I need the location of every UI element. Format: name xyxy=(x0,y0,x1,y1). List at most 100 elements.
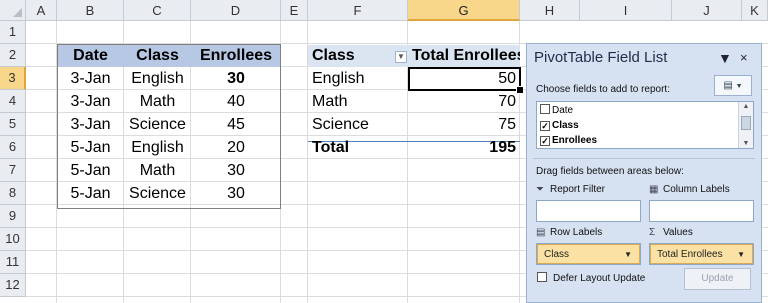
source-cell[interactable]: 20 xyxy=(191,136,281,159)
source-cell[interactable]: 3-Jan xyxy=(57,113,124,136)
pivot-header-class[interactable]: Class xyxy=(308,44,408,67)
chevron-down-icon[interactable]: ▼ xyxy=(737,245,745,265)
area-label-text: Values xyxy=(663,227,693,238)
column-header-a[interactable]: A xyxy=(26,0,57,21)
source-cell[interactable]: 5-Jan xyxy=(57,159,124,182)
source-cell[interactable]: Science xyxy=(124,182,191,205)
scroll-thumb[interactable] xyxy=(741,116,751,130)
column-header-g[interactable]: G xyxy=(408,0,520,21)
select-all-corner[interactable] xyxy=(0,0,26,21)
column-labels-drop-area[interactable] xyxy=(649,200,754,222)
checkbox-icon[interactable] xyxy=(540,104,550,114)
rows-icon: ▤ xyxy=(536,227,546,238)
pivot-header-total-enrollees[interactable]: Total Enrollees xyxy=(408,44,520,67)
report-filter-drop-area[interactable] xyxy=(536,200,641,222)
source-cell[interactable]: 3-Jan xyxy=(57,90,124,113)
scroll-up-icon[interactable]: ▲ xyxy=(739,103,753,110)
choose-fields-label: Choose fields to add to report: xyxy=(536,84,670,95)
source-cell[interactable]: 45 xyxy=(191,113,281,136)
checkbox-icon[interactable] xyxy=(537,272,547,282)
chevron-down-icon[interactable]: ▼ xyxy=(624,245,632,265)
values-area-label: Σ Values xyxy=(649,226,693,240)
source-cell[interactable]: Science xyxy=(124,113,191,136)
layout-icon: ▤ xyxy=(723,80,733,91)
source-cell[interactable]: English xyxy=(124,67,191,90)
close-icon[interactable]: × xyxy=(740,48,748,68)
source-header-date[interactable]: Date xyxy=(57,44,124,67)
column-header-i[interactable]: I xyxy=(580,0,672,21)
row-header-5[interactable]: 5 xyxy=(0,113,26,136)
source-cell[interactable]: 30 xyxy=(191,67,281,90)
pivot-row-value[interactable]: 75 xyxy=(408,113,520,136)
pivot-field-list-panel: PivotTable Field List ▼ × Choose fields … xyxy=(526,43,762,303)
area-label-text: Column Labels xyxy=(663,184,730,195)
pivot-filter-dropdown-icon[interactable]: ▼ xyxy=(395,51,407,63)
fill-handle[interactable] xyxy=(516,86,524,94)
active-cell-cursor xyxy=(408,67,521,91)
field-name: Enrollees xyxy=(552,135,598,146)
row-header-4[interactable]: 4 xyxy=(0,90,26,113)
pivot-row-value[interactable]: 70 xyxy=(408,90,520,113)
field-item-class[interactable]: ✓ Class xyxy=(540,118,579,133)
field-layout-button[interactable]: ▤ ▼ xyxy=(714,75,752,96)
row-header-7[interactable]: 7 xyxy=(0,159,26,182)
area-label-text: Report Filter xyxy=(550,184,606,195)
checked-checkbox-icon[interactable]: ✓ xyxy=(540,121,550,131)
row-header-9[interactable]: 9 xyxy=(0,205,26,228)
column-header-b[interactable]: B xyxy=(57,0,124,21)
area-item-label: Total Enrollees xyxy=(657,249,723,260)
pivot-row-label[interactable]: English xyxy=(308,67,408,90)
source-cell[interactable]: Math xyxy=(124,159,191,182)
row-header-6[interactable]: 6 xyxy=(0,136,26,159)
field-item-date[interactable]: Date xyxy=(540,103,573,118)
source-cell[interactable]: 30 xyxy=(191,182,281,205)
row-header-10[interactable]: 10 xyxy=(0,228,26,251)
column-header-j[interactable]: J xyxy=(672,0,742,21)
row-header-11[interactable]: 11 xyxy=(0,251,26,274)
row-header-12[interactable]: 12 xyxy=(0,274,26,297)
column-labels-area-label: ▦ Column Labels xyxy=(649,183,730,197)
source-cell[interactable]: Math xyxy=(124,90,191,113)
value-field-total-enrollees[interactable]: Total Enrollees ▼ xyxy=(650,244,753,264)
area-label-text: Row Labels xyxy=(550,227,603,238)
scroll-down-icon[interactable]: ▼ xyxy=(739,140,753,147)
pivot-total-label[interactable]: Total xyxy=(308,136,408,159)
column-header-e[interactable]: E xyxy=(281,0,308,21)
row-labels-drop-area[interactable]: Class ▼ xyxy=(536,243,641,265)
source-cell[interactable]: 3-Jan xyxy=(57,67,124,90)
column-header-f[interactable]: F xyxy=(308,0,408,21)
column-header-h[interactable]: H xyxy=(520,0,580,21)
sigma-icon: Σ xyxy=(649,227,656,238)
source-cell[interactable]: 40 xyxy=(191,90,281,113)
source-cell[interactable]: 5-Jan xyxy=(57,182,124,205)
source-cell[interactable]: 5-Jan xyxy=(57,136,124,159)
column-header-d[interactable]: D xyxy=(191,0,281,21)
panel-options-icon[interactable]: ▼ xyxy=(718,48,732,68)
defer-layout-update[interactable]: Defer Layout Update xyxy=(537,272,645,286)
field-name: Date xyxy=(552,105,574,116)
values-drop-area[interactable]: Total Enrollees ▼ xyxy=(649,243,754,265)
row-field-class[interactable]: Class ▼ xyxy=(537,244,640,264)
chevron-down-icon: ▼ xyxy=(735,83,743,90)
field-item-enrollees[interactable]: ✓ Enrollees xyxy=(540,133,597,148)
report-filter-area-label: ⏷ Report Filter xyxy=(536,183,605,197)
pivot-total-value[interactable]: 195 xyxy=(408,136,520,159)
update-button[interactable]: Update xyxy=(684,268,751,290)
row-header-1[interactable]: 1 xyxy=(0,21,26,44)
field-list-box: Date ✓ Class ✓ Enrollees ▲ ▼ xyxy=(536,101,754,149)
source-cell[interactable]: 30 xyxy=(191,159,281,182)
column-header-c[interactable]: C xyxy=(124,0,191,21)
row-header-2[interactable]: 2 xyxy=(0,44,26,67)
pivot-row-label[interactable]: Science xyxy=(308,113,408,136)
column-header-k[interactable]: K xyxy=(742,0,768,21)
area-item-label: Class xyxy=(544,249,570,260)
pivot-row-label[interactable]: Math xyxy=(308,90,408,113)
field-list-scrollbar[interactable]: ▲ ▼ xyxy=(738,102,753,148)
source-header-enrollees[interactable]: Enrollees xyxy=(191,44,281,67)
row-header-8[interactable]: 8 xyxy=(0,182,26,205)
checked-checkbox-icon[interactable]: ✓ xyxy=(540,136,550,146)
row-header-3[interactable]: 3 xyxy=(0,67,26,90)
columns-icon: ▦ xyxy=(649,184,659,195)
source-header-class[interactable]: Class xyxy=(124,44,191,67)
source-cell[interactable]: English xyxy=(124,136,191,159)
